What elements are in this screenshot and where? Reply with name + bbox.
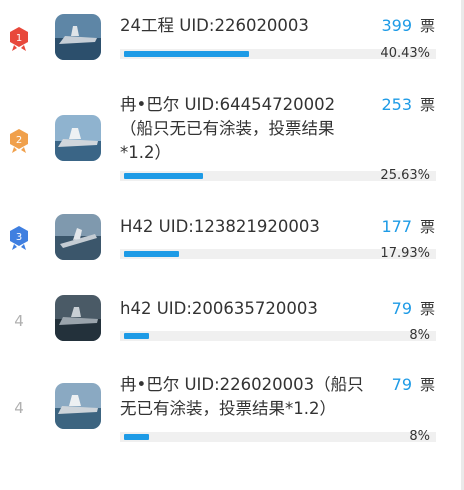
vote-percent: 8% — [409, 429, 430, 444]
rank-medal-1: 1 — [8, 26, 30, 52]
vote-row-4[interactable]: 4 h42 UID:200635720003 79 票 8% — [0, 290, 460, 370]
vote-unit: 票 — [420, 376, 436, 394]
svg-text:1: 1 — [16, 33, 22, 44]
vote-count: 79 — [391, 299, 412, 318]
vote-progress-fill — [124, 51, 249, 57]
vote-row-5[interactable]: 4 冉•巴尔 UID:226020003（船只 无已有涂装，投票结果*1.2） … — [0, 370, 460, 470]
vote-progress-fill — [124, 173, 203, 179]
rank-number: 4 — [14, 399, 24, 417]
ship-thumbnail — [55, 14, 101, 60]
vote-percent: 8% — [409, 328, 430, 343]
entry-name: 冉•巴尔 UID:226020003（船只 无已有涂装，投票结果*1.2） — [120, 375, 364, 418]
vote-percent: 17.93% — [380, 246, 430, 261]
vote-progress-bar — [120, 432, 436, 442]
ship-thumbnail — [55, 383, 101, 429]
vote-count: 399 — [381, 16, 412, 35]
vote-unit: 票 — [420, 96, 436, 114]
entry-name: 24工程 UID:226020003 — [120, 16, 309, 35]
svg-text:3: 3 — [16, 232, 22, 243]
vote-unit: 票 — [420, 218, 436, 236]
vote-count: 253 — [381, 95, 412, 114]
vote-row-2[interactable]: 2 冉•巴尔 UID:64454720002 （船只无已有涂装，投票结果 *1.… — [0, 90, 460, 195]
vote-row-3[interactable]: 3 H42 UID:123821920003 177 票 17.93% — [0, 205, 460, 285]
vote-unit: 票 — [420, 17, 436, 35]
medal-icon: 2 — [10, 129, 28, 153]
ship-thumbnail — [55, 214, 101, 260]
rank-medal-3: 3 — [8, 225, 30, 251]
entry-name: h42 UID:200635720003 — [120, 299, 318, 318]
vote-progress-fill — [124, 251, 179, 257]
vote-progress-bar — [120, 331, 436, 341]
ship-thumbnail — [55, 115, 101, 161]
vote-progress-fill — [124, 333, 149, 339]
vote-count: 177 — [381, 217, 412, 236]
entry-name: H42 UID:123821920003 — [120, 217, 320, 236]
vote-row-1[interactable]: 1 24工程 UID:226020003 399 票 40.43% — [0, 0, 460, 80]
vote-progress-fill — [124, 434, 149, 440]
vote-percent: 40.43% — [380, 46, 430, 61]
entry-name: 冉•巴尔 UID:64454720002 （船只无已有涂装，投票结果 *1.2） — [120, 95, 336, 162]
svg-text:2: 2 — [16, 135, 22, 146]
medal-icon: 1 — [10, 27, 28, 51]
ship-thumbnail — [55, 295, 101, 341]
medal-icon: 3 — [10, 226, 28, 250]
vote-percent: 25.63% — [380, 168, 430, 183]
vote-count: 79 — [391, 375, 412, 394]
rank-medal-2: 2 — [8, 128, 30, 154]
rank-number: 4 — [14, 312, 24, 330]
vote-unit: 票 — [420, 300, 436, 318]
